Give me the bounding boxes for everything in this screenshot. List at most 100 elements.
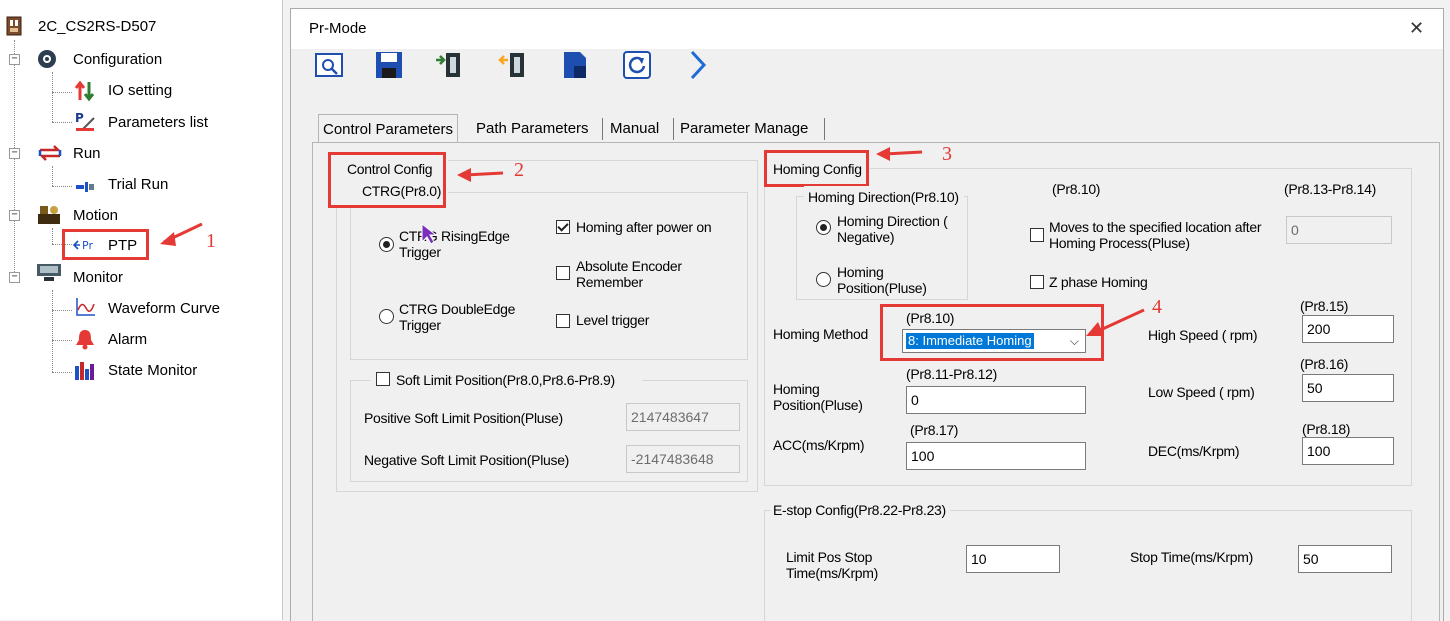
upload-icon[interactable] xyxy=(432,48,466,82)
tree-item-parameters-list[interactable]: Parameters list xyxy=(108,114,208,131)
homing-position-pr-label: (Pr8.11-Pr8.12) xyxy=(906,366,997,382)
low-speed-pr-label: (Pr8.16) xyxy=(1300,356,1349,372)
homing-position-input[interactable]: 0 xyxy=(906,386,1086,414)
tab-parameter-manage[interactable]: Parameter Manage xyxy=(676,116,812,142)
dec-pr-label: (Pr8.18) xyxy=(1302,421,1351,437)
save-icon[interactable] xyxy=(372,48,406,82)
ctrg-doubleedge-radio[interactable] xyxy=(379,309,394,324)
low-speed-input[interactable]: 50 xyxy=(1302,374,1394,402)
annotation-number-1: 1 xyxy=(206,230,216,252)
z-phase-homing-label: Z phase Homing xyxy=(1049,274,1148,290)
annotation-box-homing-config xyxy=(764,150,869,187)
z-phase-homing-checkbox[interactable] xyxy=(1030,275,1044,289)
acc-pr-label: (Pr8.17) xyxy=(910,422,959,438)
tree-root-label[interactable]: 2C_CS2RS-D507 xyxy=(38,18,156,35)
homing-position-label: Homing Position(Pluse) xyxy=(773,381,863,413)
waveform-icon xyxy=(76,298,95,316)
alarm-bell-icon xyxy=(76,330,94,350)
level-trigger-checkbox[interactable] xyxy=(556,314,570,328)
tree-item-configuration[interactable]: Configuration xyxy=(73,51,162,68)
positive-soft-limit-input[interactable]: 2147483647 xyxy=(626,403,740,431)
level-trigger-label: Level trigger xyxy=(576,312,650,328)
close-button[interactable]: ✕ xyxy=(1409,18,1424,39)
state-monitor-icon xyxy=(75,362,94,380)
collapse-motion-toggle[interactable]: − xyxy=(9,210,20,221)
acc-input[interactable]: 100 xyxy=(906,442,1086,470)
high-speed-pr-label: (Pr8.15) xyxy=(1300,298,1349,314)
soft-limit-checkbox[interactable] xyxy=(376,372,390,386)
moves-to-location-label: Moves to the specified location after Hom… xyxy=(1049,219,1262,251)
tree-item-io-setting[interactable]: IO setting xyxy=(108,82,172,99)
run-cycle-icon xyxy=(38,145,62,161)
project-tree-panel: 2C_CS2RS-D507 − Configuration IO setting… xyxy=(0,0,283,620)
svg-text:P: P xyxy=(75,111,84,125)
moves-to-location-checkbox[interactable] xyxy=(1030,228,1044,242)
high-speed-label: High Speed ( rpm) xyxy=(1148,327,1258,343)
tree-item-alarm[interactable]: Alarm xyxy=(108,331,147,348)
dec-input[interactable]: 100 xyxy=(1302,437,1394,465)
tab-control-parameters[interactable]: Control Parameters xyxy=(318,114,459,144)
homing-method-label: Homing Method xyxy=(773,326,868,342)
acc-label: ACC(ms/Krpm) xyxy=(773,437,865,453)
tree-item-state-monitor[interactable]: State Monitor xyxy=(108,362,197,379)
pr810-top-label: (Pr8.10) xyxy=(1052,181,1101,197)
collapse-configuration-toggle[interactable]: − xyxy=(9,54,20,65)
annotation-box-control-config xyxy=(328,152,446,208)
annotation-arrow-1 xyxy=(160,222,203,246)
homing-direction-positive-radio[interactable] xyxy=(816,272,831,287)
negative-soft-limit-input[interactable]: -2147483648 xyxy=(626,445,740,473)
limit-pos-stop-time-input[interactable]: 10 xyxy=(966,545,1060,573)
tree-item-run[interactable]: Run xyxy=(73,145,101,162)
ctrg-doubleedge-label: CTRG DoubleEdge Trigger xyxy=(399,301,516,333)
mouse-cursor-icon xyxy=(421,222,438,245)
gear-icon xyxy=(38,50,56,68)
homing-after-power-on-checkbox[interactable] xyxy=(556,220,570,234)
annotation-arrow-4 xyxy=(1086,308,1145,336)
trial-run-icon xyxy=(76,182,94,192)
annotation-number-2: 2 xyxy=(514,159,524,181)
io-arrows-icon xyxy=(74,80,95,102)
parameters-icon: P xyxy=(75,111,95,131)
tree-item-trial-run[interactable]: Trial Run xyxy=(108,176,168,193)
homing-direction-negative-radio[interactable] xyxy=(816,220,831,235)
collapse-run-toggle[interactable]: − xyxy=(9,148,20,159)
collapse-monitor-toggle[interactable]: − xyxy=(9,272,20,283)
high-speed-input[interactable]: 200 xyxy=(1302,315,1394,343)
stop-time-input[interactable]: 50 xyxy=(1298,545,1392,573)
annotation-box-ptp xyxy=(62,229,149,260)
homing-direction-positive-label: Homing Position(Pluse) xyxy=(837,264,927,296)
homing-direction-negative-label: Homing Direction (Negative) xyxy=(837,213,948,245)
homing-after-power-on-label: Homing after power on xyxy=(576,219,712,235)
positive-soft-limit-label: Positive Soft Limit Position(Pluse) xyxy=(364,410,563,426)
ctrg-risingedge-radio[interactable] xyxy=(379,237,394,252)
negative-soft-limit-label: Negative Soft Limit Position(Pluse) xyxy=(364,452,570,468)
tree-item-monitor[interactable]: Monitor xyxy=(73,269,123,286)
annotation-box-homing-method xyxy=(880,304,1104,361)
motion-icon xyxy=(38,206,60,224)
tree-item-waveform-curve[interactable]: Waveform Curve xyxy=(108,300,220,317)
next-arrow-icon[interactable] xyxy=(682,48,716,82)
soft-limit-label: Soft Limit Position(Pr8.0,Pr8.6-Pr8.9) xyxy=(396,372,615,388)
absolute-encoder-remember-label: Absolute Encoder Remember xyxy=(576,258,682,290)
tab-manual[interactable]: Manual xyxy=(606,116,663,142)
dec-label: DEC(ms/Krpm) xyxy=(1148,443,1240,459)
dialog-titlebar: Pr-Mode ✕ xyxy=(291,9,1443,49)
tree-item-motion[interactable]: Motion xyxy=(73,207,118,224)
search-device-icon[interactable] xyxy=(312,48,346,82)
tab-path-parameters[interactable]: Path Parameters xyxy=(472,116,593,142)
export-file-icon[interactable] xyxy=(558,48,592,82)
annotation-arrow-2 xyxy=(457,168,504,182)
estop-config-title: E-stop Config(Pr8.22-Pr8.23) xyxy=(773,502,946,518)
monitor-icon xyxy=(37,264,61,281)
dialog-title: Pr-Mode xyxy=(309,20,367,37)
absolute-encoder-remember-checkbox[interactable] xyxy=(556,266,570,280)
homing-direction-title: Homing Direction(Pr8.10) xyxy=(808,189,959,205)
annotation-number-3: 3 xyxy=(942,143,952,165)
device-icon xyxy=(6,16,22,36)
stop-time-label: Stop Time(ms/Krpm) xyxy=(1130,549,1253,565)
download-icon[interactable] xyxy=(496,48,530,82)
pr813-label: (Pr8.13-Pr8.14) xyxy=(1284,181,1376,197)
refresh-icon[interactable] xyxy=(620,48,654,82)
ctrg-risingedge-label: CTRG RisingEdge Trigger xyxy=(399,228,510,260)
moves-to-location-input[interactable]: 0 xyxy=(1286,216,1392,244)
